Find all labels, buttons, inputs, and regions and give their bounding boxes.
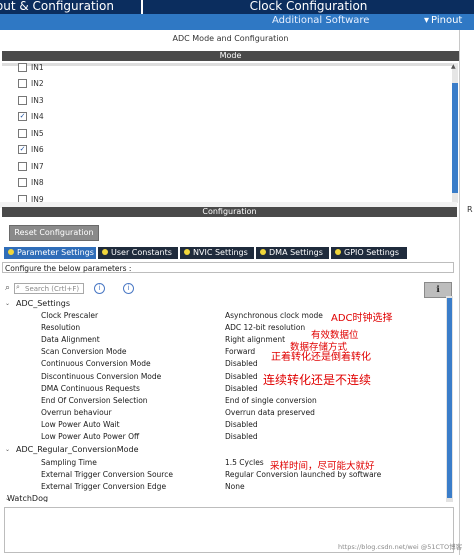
search-input[interactable]: Search (Crtl+F) bbox=[14, 283, 84, 294]
parameters-scrollbar-thumb[interactable] bbox=[447, 298, 452, 498]
top-tab-bar: Pinout & Configuration Clock Configurati… bbox=[0, 0, 474, 14]
mode-item-in2[interactable]: IN2 bbox=[18, 78, 44, 90]
tab-clock-configuration[interactable]: Clock Configuration bbox=[143, 0, 474, 14]
param-row[interactable]: Low Power Auto Wait Disabled bbox=[2, 419, 442, 431]
tab-parameter-settings[interactable]: Parameter Settings bbox=[4, 247, 96, 259]
status-dot-icon bbox=[102, 248, 108, 255]
status-dot-icon bbox=[335, 248, 341, 255]
param-row[interactable]: Low Power Auto Power Off Disabled bbox=[2, 431, 442, 443]
checkbox-in6[interactable]: ✓ bbox=[18, 144, 27, 154]
checkbox-in7[interactable] bbox=[18, 161, 27, 171]
annotation-scan: 正着转化还是倒着转化 bbox=[271, 352, 371, 363]
status-dot-icon bbox=[8, 248, 14, 255]
param-row[interactable]: Sampling Time 1.5 Cycles bbox=[2, 457, 442, 469]
checkbox-in3[interactable] bbox=[18, 95, 27, 105]
expand-all-icon[interactable]: i bbox=[94, 283, 105, 294]
mode-item-in1[interactable]: IN1 bbox=[18, 63, 44, 74]
right-edge-label: R bbox=[467, 205, 473, 214]
param-row[interactable]: External Trigger Conversion Source Regula… bbox=[2, 469, 442, 481]
panel-title: ADC Mode and Configuration bbox=[172, 34, 289, 43]
checkbox-in4[interactable]: ✓ bbox=[18, 111, 27, 121]
status-dot-icon bbox=[184, 248, 190, 255]
additional-software-menu[interactable]: Additional Software bbox=[272, 15, 369, 26]
search-icon: ⌕ bbox=[5, 283, 11, 293]
checkbox-in8[interactable] bbox=[18, 177, 27, 187]
config-tabs: Parameter Settings User Constants NVIC S… bbox=[4, 247, 407, 259]
configuration-header: Configuration bbox=[2, 207, 457, 217]
pinout-menu[interactable]: ▾ Pinout bbox=[424, 15, 462, 26]
annotation-continuous: 连续转化还是不连续 bbox=[263, 373, 372, 387]
tab-dma-settings[interactable]: DMA Settings bbox=[256, 247, 329, 259]
watermark: https://blog.csdn.net/wei @51CTO博客 bbox=[338, 543, 463, 551]
annotation-clock: ADC时钟选择 bbox=[331, 313, 393, 324]
param-row[interactable]: Overrun behaviour Overrun data preserved bbox=[2, 407, 442, 419]
annotation-sampling: 采样时间，尽可能大就好 bbox=[270, 461, 375, 472]
mode-item-in7[interactable]: IN7 bbox=[18, 161, 44, 173]
configure-instructions: Configure the below parameters : bbox=[2, 262, 454, 273]
param-row[interactable]: Continuous Conversion Mode Disabled bbox=[2, 358, 442, 370]
mode-item-in5[interactable]: IN5 bbox=[18, 128, 44, 140]
reset-configuration-button[interactable]: Reset Configuration bbox=[9, 225, 99, 241]
tab-nvic-settings[interactable]: NVIC Settings bbox=[180, 247, 254, 259]
checkbox-in2[interactable] bbox=[18, 78, 27, 88]
scroll-up-arrow-icon[interactable]: ▲ bbox=[451, 63, 459, 70]
sub-toolbar: Additional Software ▾ Pinout bbox=[0, 14, 474, 30]
mode-item-in8[interactable]: IN8 bbox=[18, 177, 44, 189]
param-row[interactable]: DMA Continuous Requests Disabled bbox=[2, 383, 442, 395]
param-row[interactable]: Data Alignment Right alignment bbox=[2, 334, 442, 346]
status-dot-icon bbox=[260, 248, 266, 255]
checkbox-in5[interactable] bbox=[18, 128, 27, 138]
tab-pinout-configuration[interactable]: Pinout & Configuration bbox=[0, 0, 141, 14]
mode-header: Mode bbox=[2, 51, 459, 61]
mode-item-in3[interactable]: IN3 bbox=[18, 95, 44, 107]
param-row[interactable]: Discontinuous Conversion Mode Disabled bbox=[2, 371, 442, 383]
search-field-icon: ⌕ bbox=[16, 283, 20, 291]
mode-channel-list: IN1 IN2 IN3 ✓ IN4 IN5 ✓ IN6 IN7 IN8 IN9 bbox=[0, 63, 454, 204]
chevron-down-icon: ▾ bbox=[424, 15, 430, 26]
tab-gpio-settings[interactable]: GPIO Settings bbox=[331, 247, 407, 259]
help-icon[interactable]: i bbox=[123, 283, 134, 294]
mode-item-in6[interactable]: ✓ IN6 bbox=[18, 144, 44, 156]
param-row[interactable]: Scan Conversion Mode Forward bbox=[2, 346, 442, 358]
tab-user-constants[interactable]: User Constants bbox=[98, 247, 178, 259]
param-row[interactable]: External Trigger Conversion Edge None bbox=[2, 481, 442, 493]
collapse-icon[interactable]: ⌄ bbox=[5, 444, 10, 456]
parameter-tree: ⌄ ADC_Settings Clock Prescaler Asynchronou… bbox=[2, 296, 446, 502]
mode-scrollbar-thumb[interactable] bbox=[452, 83, 458, 193]
mode-item-in4[interactable]: ✓ IN4 bbox=[18, 111, 44, 123]
collapse-icon[interactable]: ⌄ bbox=[5, 298, 10, 310]
param-row[interactable]: End Of Conversion Selection End of single… bbox=[2, 395, 442, 407]
pinout-menu-label: Pinout bbox=[431, 15, 463, 26]
info-icon: ℹ bbox=[436, 285, 440, 295]
checkbox-in1[interactable] bbox=[18, 63, 27, 72]
